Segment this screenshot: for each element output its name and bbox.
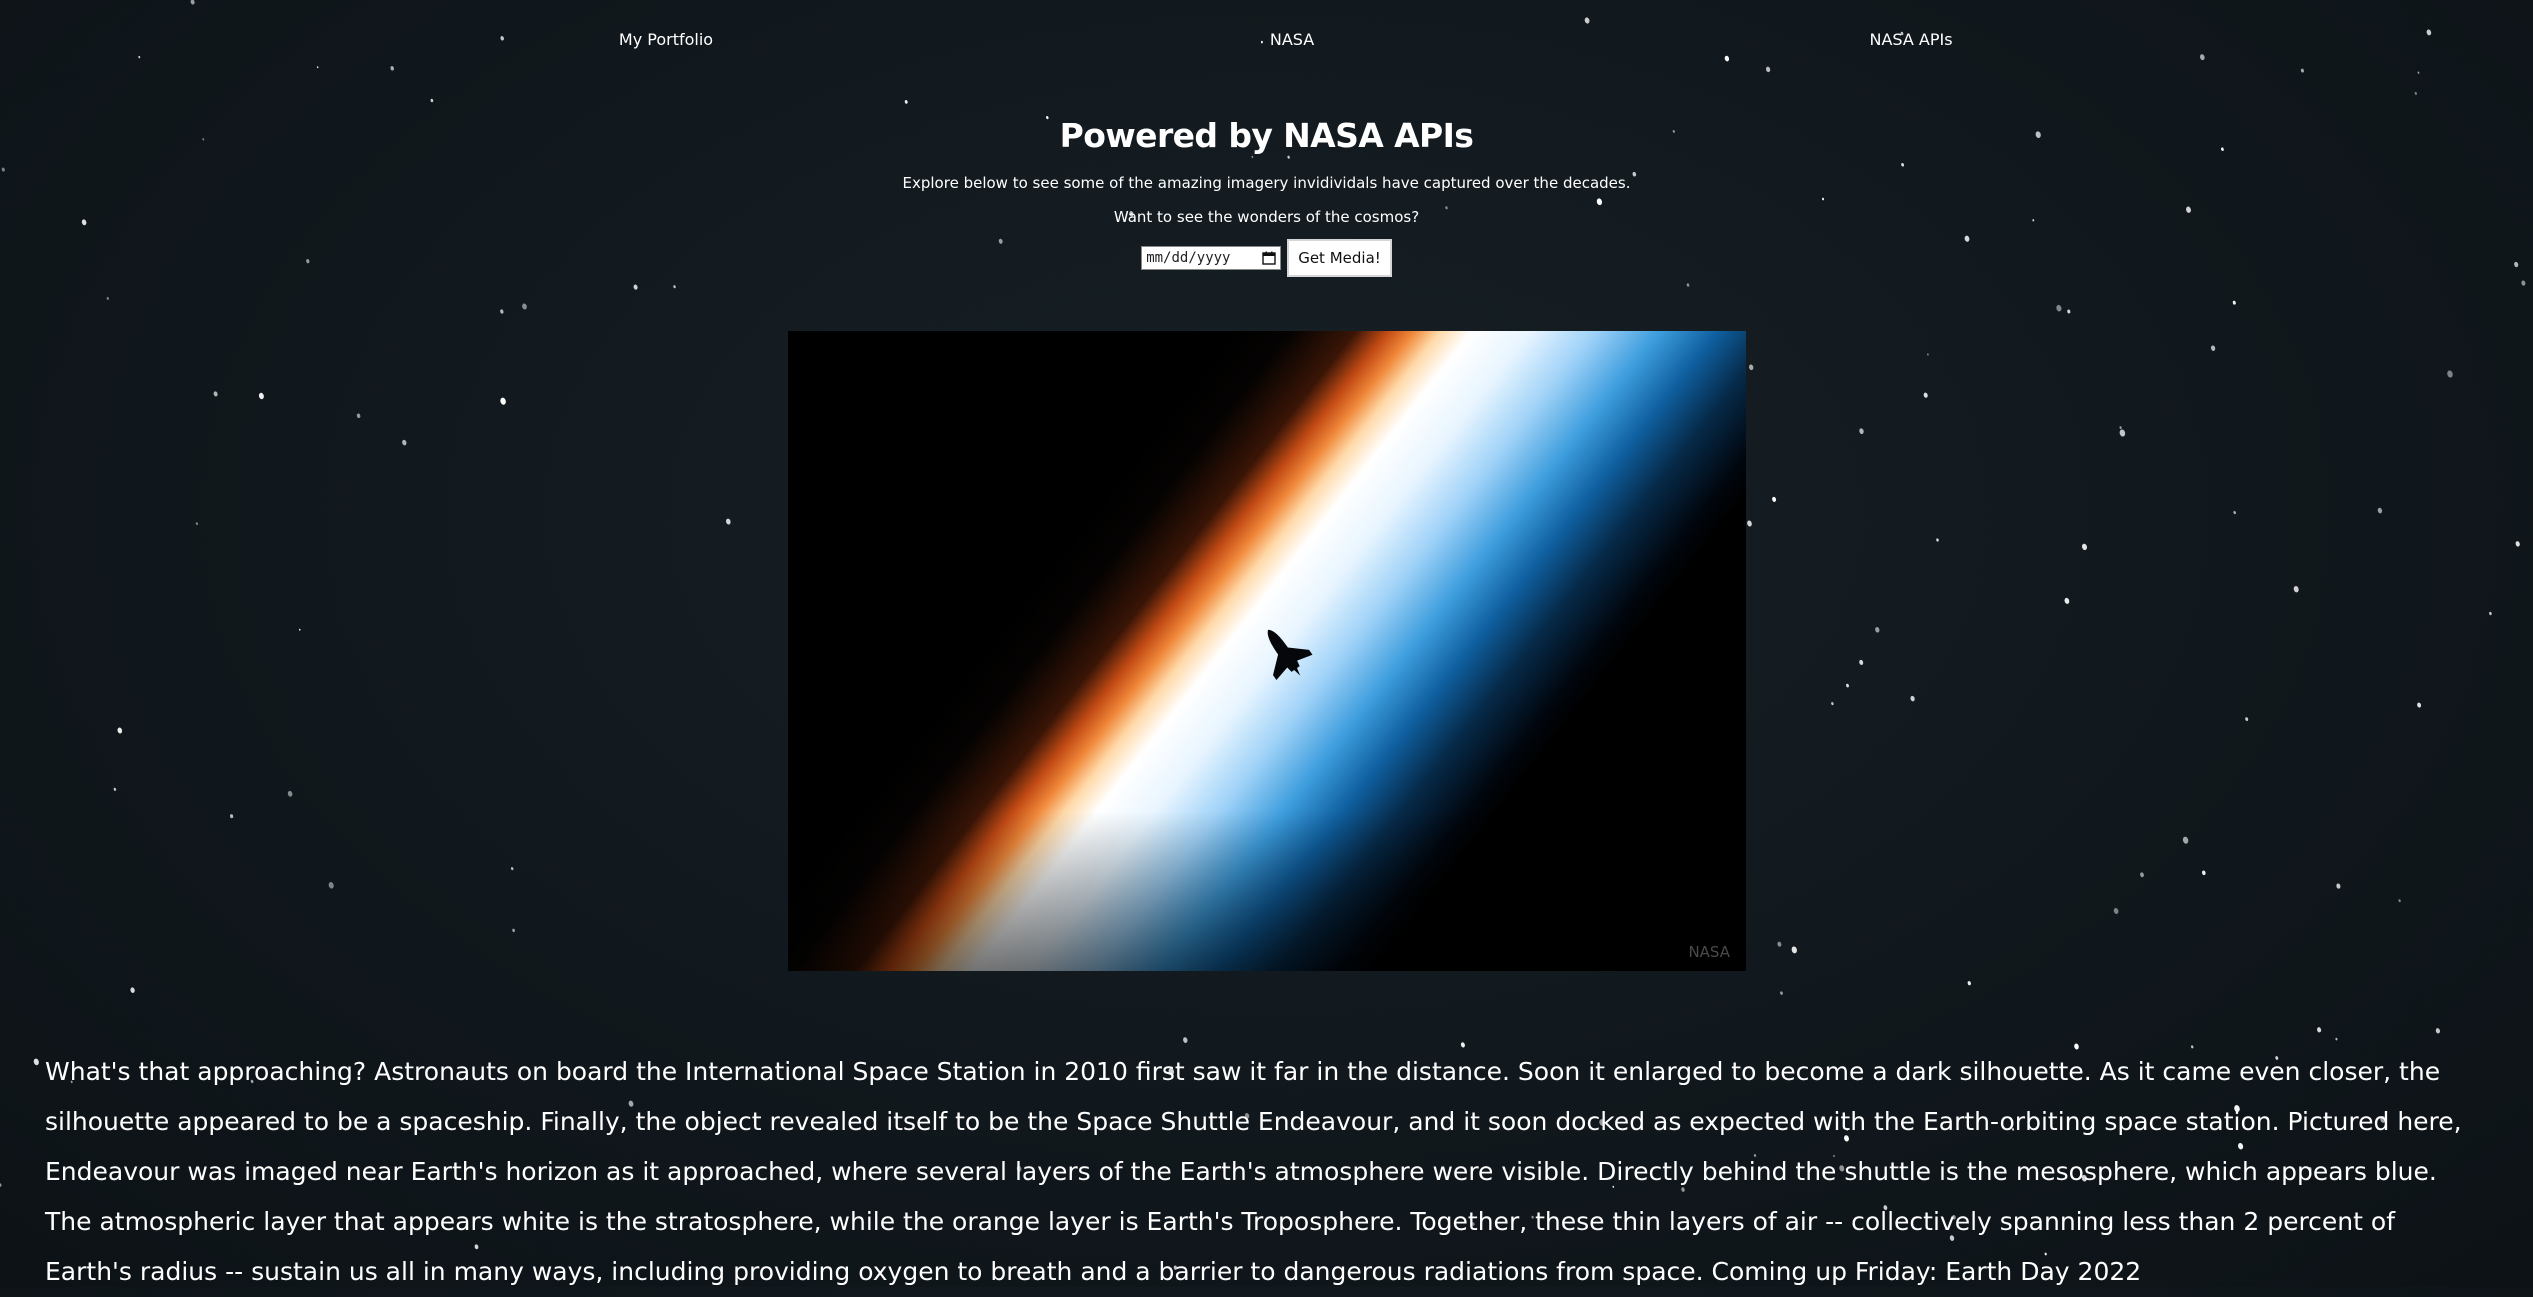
star xyxy=(1859,428,1864,435)
star xyxy=(2317,1027,2322,1033)
apod-image: NASA xyxy=(788,331,1746,971)
page-prompt: Want to see the wonders of the cosmos? xyxy=(1113,208,1420,226)
star xyxy=(190,0,195,5)
star xyxy=(1584,17,1590,24)
star xyxy=(2489,611,2492,616)
star xyxy=(522,303,527,310)
space-shuttle-photo xyxy=(788,331,1746,971)
star xyxy=(2182,836,2189,844)
page-title: Powered by NASA APIs xyxy=(1059,116,1474,155)
star xyxy=(2336,883,2341,889)
star xyxy=(1686,283,1690,287)
star xyxy=(430,98,434,103)
star xyxy=(2417,71,2420,74)
star xyxy=(2202,870,2206,876)
date-form: mm/dd/yyyy Get Media! xyxy=(0,239,2533,277)
star xyxy=(1967,981,1971,986)
star xyxy=(2064,597,2070,604)
star xyxy=(500,309,504,314)
nav-link-nasa[interactable]: NASA xyxy=(1270,30,1314,49)
star xyxy=(390,66,394,71)
star xyxy=(2417,702,2422,708)
star xyxy=(512,928,515,933)
star xyxy=(328,882,334,889)
star xyxy=(2119,426,2122,429)
get-media-button[interactable]: Get Media! xyxy=(1287,239,1392,277)
star xyxy=(2140,872,2144,878)
star xyxy=(1936,538,1939,542)
page-subtitle: Explore below to see some of the amazing… xyxy=(902,174,1631,192)
star xyxy=(2113,907,2119,915)
star xyxy=(2293,586,2299,593)
star xyxy=(0,1183,2,1187)
star xyxy=(117,727,123,734)
star xyxy=(299,628,301,631)
star xyxy=(2377,507,2383,514)
star xyxy=(2447,370,2453,378)
star xyxy=(2233,511,2236,515)
star xyxy=(106,296,109,300)
top-nav: My Portfolio NASA NASA APIs xyxy=(0,30,2533,60)
star xyxy=(1780,991,1783,995)
star xyxy=(510,866,514,871)
star xyxy=(2435,1028,2440,1034)
star xyxy=(402,439,407,446)
star xyxy=(633,284,638,290)
star xyxy=(2335,1037,2338,1041)
star xyxy=(258,392,264,400)
star xyxy=(904,100,908,104)
star xyxy=(2067,309,2071,314)
star xyxy=(2398,899,2401,903)
star xyxy=(195,522,198,525)
star xyxy=(33,1058,39,1066)
star xyxy=(1765,66,1771,73)
star xyxy=(2300,68,2304,73)
star xyxy=(2081,543,2088,551)
date-placeholder: mm/dd/yyyy xyxy=(1146,250,1231,266)
star xyxy=(316,66,319,69)
date-input[interactable]: mm/dd/yyyy xyxy=(1141,246,1282,270)
star xyxy=(1831,702,1834,706)
image-explanation: What's that approaching? Astronauts on b… xyxy=(45,1057,2462,1286)
star xyxy=(2245,717,2249,721)
star xyxy=(725,518,731,525)
star xyxy=(673,285,676,289)
star xyxy=(500,397,506,405)
star xyxy=(2119,429,2126,437)
star xyxy=(2515,541,2520,547)
calendar-icon[interactable] xyxy=(1262,251,1276,265)
star xyxy=(1772,496,1777,502)
star xyxy=(287,790,293,797)
star xyxy=(1927,353,1929,356)
star xyxy=(1749,364,1754,371)
star xyxy=(1747,520,1752,527)
star xyxy=(1846,683,1849,688)
image-credit: NASA xyxy=(1688,943,1730,961)
star xyxy=(2521,280,2526,286)
star xyxy=(230,814,234,819)
star xyxy=(130,987,135,993)
hero-section: Powered by NASA APIs Explore below to se… xyxy=(0,112,2533,277)
star xyxy=(1777,941,1782,947)
star xyxy=(1183,1037,1188,1043)
star xyxy=(2232,300,2236,305)
star xyxy=(1859,659,1864,665)
star xyxy=(1910,695,1915,702)
star xyxy=(356,413,361,419)
star xyxy=(2414,91,2417,95)
star xyxy=(1791,946,1797,954)
nav-link-my-portfolio[interactable]: My Portfolio xyxy=(619,30,713,49)
star xyxy=(2210,345,2216,351)
star xyxy=(113,787,117,791)
star xyxy=(213,391,218,397)
nav-link-nasa-apis[interactable]: NASA APIs xyxy=(1869,30,1952,49)
star xyxy=(1923,392,1928,398)
star xyxy=(1875,627,1880,633)
star xyxy=(2056,304,2062,312)
